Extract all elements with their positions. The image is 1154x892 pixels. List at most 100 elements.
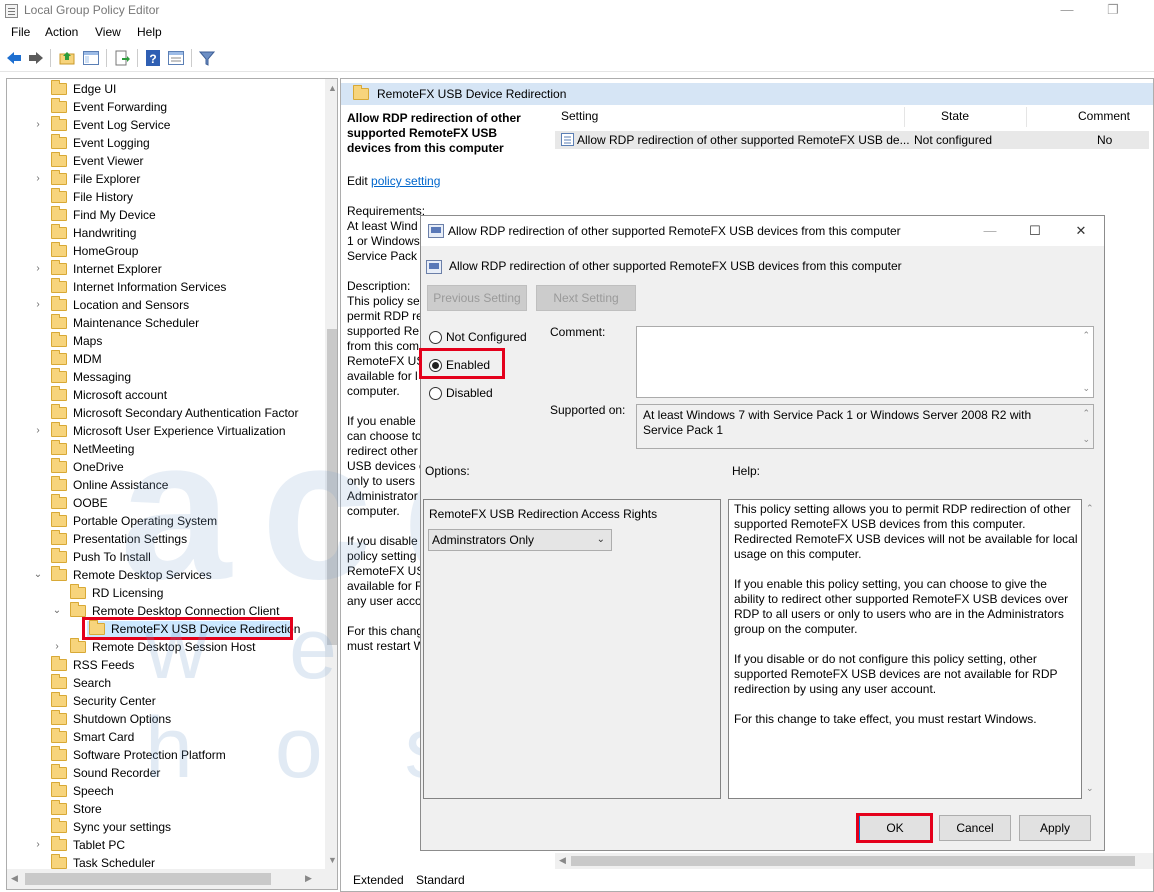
next-setting-button[interactable]: Next Setting xyxy=(536,285,636,311)
tab-standard[interactable]: Standard xyxy=(416,873,465,887)
tree-item[interactable]: RSS Feeds xyxy=(7,656,325,674)
tree-item[interactable]: Task Scheduler xyxy=(7,854,325,872)
radio-not-configured[interactable] xyxy=(429,331,442,344)
tree-item[interactable]: Online Assistance xyxy=(7,476,325,494)
tree-item[interactable]: Sound Recorder xyxy=(7,764,325,782)
tree-scroll-thumb[interactable] xyxy=(327,329,337,645)
export-list-icon[interactable] xyxy=(113,49,131,67)
column-setting[interactable]: Setting xyxy=(561,109,598,123)
restore-button[interactable]: ❐ xyxy=(1090,1,1136,21)
tree-item[interactable]: Event Logging xyxy=(7,134,325,152)
tree-item[interactable]: ⌄ Remote Desktop Services xyxy=(7,566,325,584)
policy-tree[interactable]: ▲ ▼ ◀ ▶ Edge UI Event Forwarding › Event Lo… xyxy=(6,78,338,890)
dialog-maximize-button[interactable]: ☐ xyxy=(1023,222,1047,240)
tree-item[interactable]: › Tablet PC xyxy=(7,836,325,854)
tab-extended[interactable]: Extended xyxy=(353,873,404,887)
column-state[interactable]: State xyxy=(941,109,969,123)
tree-hscroll-thumb[interactable] xyxy=(25,873,271,885)
chevron-right-icon[interactable]: › xyxy=(33,260,43,278)
up-folder-icon[interactable] xyxy=(58,49,76,67)
chevron-right-icon[interactable]: › xyxy=(33,836,43,854)
scroll-down-arrow-icon[interactable]: ▼ xyxy=(328,855,337,865)
chevron-down-icon[interactable]: ⌄ xyxy=(52,602,62,620)
minimize-button[interactable]: — xyxy=(1044,1,1090,21)
help-scrollbar[interactable]: ⌃ ⌄ xyxy=(1082,499,1098,799)
scroll-up-arrow-icon[interactable]: ⌃ xyxy=(1086,503,1094,514)
edit-policy-setting-link[interactable]: policy setting xyxy=(371,174,440,188)
tree-item[interactable]: OOBE xyxy=(7,494,325,512)
tree-item[interactable]: Find My Device xyxy=(7,206,325,224)
column-comment[interactable]: Comment xyxy=(1078,109,1130,123)
tree-item[interactable]: Push To Install xyxy=(7,548,325,566)
tree-item[interactable]: Portable Operating System xyxy=(7,512,325,530)
tree-item[interactable]: OneDrive xyxy=(7,458,325,476)
chevron-right-icon[interactable]: › xyxy=(33,116,43,134)
filter-icon[interactable] xyxy=(198,49,216,67)
tree-item[interactable]: Handwriting xyxy=(7,224,325,242)
tree-item[interactable]: › Microsoft User Experience Virtualizatio… xyxy=(7,422,325,440)
tree-item[interactable]: Edge UI xyxy=(7,80,325,98)
tree-item[interactable]: › Location and Sensors xyxy=(7,296,325,314)
chevron-right-icon[interactable]: › xyxy=(33,422,43,440)
tree-item[interactable]: Software Protection Platform xyxy=(7,746,325,764)
chevron-right-icon[interactable]: › xyxy=(33,296,43,314)
tree-item[interactable]: File History xyxy=(7,188,325,206)
scroll-right-arrow-icon[interactable]: ▶ xyxy=(305,873,312,884)
tree-item[interactable]: Smart Card xyxy=(7,728,325,746)
back-arrow-icon[interactable] xyxy=(5,49,23,67)
access-rights-dropdown[interactable]: Adminstrators Only ⌄ xyxy=(428,529,612,551)
menu-view[interactable]: View xyxy=(95,25,121,39)
tree-item[interactable]: Store xyxy=(7,800,325,818)
scroll-left-arrow-icon[interactable]: ◀ xyxy=(11,873,18,884)
tree-item[interactable]: Shutdown Options xyxy=(7,710,325,728)
tree-horizontal-scrollbar[interactable]: ◀ ▶ xyxy=(7,869,337,889)
radio-disabled[interactable] xyxy=(429,387,442,400)
tree-item[interactable]: › Remote Desktop Session Host xyxy=(7,638,325,656)
details-hscroll-thumb[interactable] xyxy=(571,856,1135,866)
tree-item[interactable]: Internet Information Services xyxy=(7,278,325,296)
policy-row[interactable]: Allow RDP redirection of other supported… xyxy=(555,131,1149,149)
help-icon[interactable]: ? xyxy=(144,49,162,67)
tree-item[interactable]: MDM xyxy=(7,350,325,368)
dialog-close-button[interactable]: ✕ xyxy=(1069,222,1093,240)
menu-file[interactable]: File xyxy=(11,25,30,39)
tree-item[interactable]: Microsoft account xyxy=(7,386,325,404)
apply-button[interactable]: Apply xyxy=(1019,815,1091,841)
scroll-up-arrow-icon[interactable]: ▲ xyxy=(328,83,337,93)
scroll-down-arrow-icon[interactable]: ⌄ xyxy=(1086,783,1094,794)
tree-item[interactable]: › File Explorer xyxy=(7,170,325,188)
comment-textarea[interactable]: ⌃ ⌄ xyxy=(636,326,1094,398)
tree-item[interactable]: Search xyxy=(7,674,325,692)
scroll-left-arrow-icon[interactable]: ◀ xyxy=(559,855,566,866)
details-horizontal-scrollbar[interactable]: ◀ xyxy=(555,853,1153,869)
scroll-up-arrow-icon[interactable]: ⌃ xyxy=(1082,408,1090,419)
tree-item[interactable]: › Internet Explorer xyxy=(7,260,325,278)
forward-arrow-icon[interactable] xyxy=(27,49,45,67)
tree-item[interactable]: Sync your settings xyxy=(7,818,325,836)
tree-item[interactable]: Microsoft Secondary Authentication Facto… xyxy=(7,404,325,422)
tree-item[interactable]: Event Forwarding xyxy=(7,98,325,116)
scroll-down-arrow-icon[interactable]: ⌄ xyxy=(1082,434,1090,445)
tree-item[interactable]: › Event Log Service xyxy=(7,116,325,134)
tree-item[interactable]: Security Center xyxy=(7,692,325,710)
scroll-up-arrow-icon[interactable]: ⌃ xyxy=(1082,330,1090,341)
tree-item[interactable]: Presentation Settings xyxy=(7,530,325,548)
tree-vertical-scrollbar[interactable]: ▲ ▼ xyxy=(325,79,337,869)
show-hide-tree-icon[interactable] xyxy=(82,49,100,67)
scroll-down-arrow-icon[interactable]: ⌄ xyxy=(1082,383,1090,394)
tree-item[interactable]: Maps xyxy=(7,332,325,350)
tree-item[interactable]: HomeGroup xyxy=(7,242,325,260)
chevron-down-icon[interactable]: ⌄ xyxy=(33,566,43,584)
tree-item[interactable]: Maintenance Scheduler xyxy=(7,314,325,332)
menu-action[interactable]: Action xyxy=(45,25,78,39)
chevron-right-icon[interactable]: › xyxy=(33,170,43,188)
tree-item[interactable]: NetMeeting xyxy=(7,440,325,458)
cancel-button[interactable]: Cancel xyxy=(939,815,1011,841)
properties-icon[interactable] xyxy=(167,49,185,67)
menu-help[interactable]: Help xyxy=(137,25,162,39)
tree-item[interactable]: Messaging xyxy=(7,368,325,386)
previous-setting-button[interactable]: Previous Setting xyxy=(427,285,527,311)
tree-item[interactable]: Event Viewer xyxy=(7,152,325,170)
tree-item[interactable]: Speech xyxy=(7,782,325,800)
chevron-right-icon[interactable]: › xyxy=(52,638,62,656)
